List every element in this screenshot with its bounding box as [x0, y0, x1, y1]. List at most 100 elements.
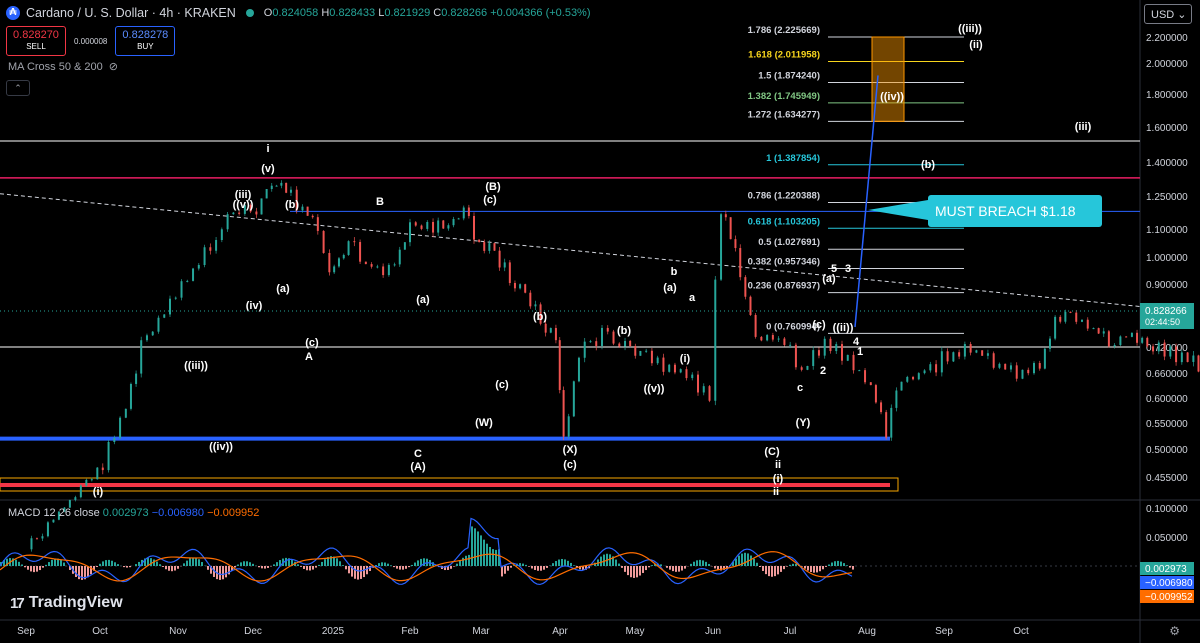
macd-hist-bar [408, 566, 410, 568]
candle-body [255, 211, 258, 215]
candle-body [724, 214, 727, 218]
gear-icon[interactable]: ⚙ [1169, 624, 1180, 638]
macd-hist-bar [684, 566, 686, 569]
candle-body [1163, 342, 1166, 357]
macd-hist-bar [552, 563, 554, 566]
macd-hist-bar [765, 566, 767, 575]
macd-hist-bar [561, 558, 563, 566]
candle-body [739, 248, 742, 278]
candle-body [398, 249, 401, 265]
tradingview-logo-icon: 17 [10, 594, 25, 612]
macd-hist-bar [504, 566, 506, 574]
candle-body [483, 242, 486, 251]
macd-hist-bar [324, 559, 326, 566]
macd-tick-label: 0.050000 [1146, 533, 1188, 544]
macd-hist-bar [51, 559, 53, 566]
candle-body [270, 185, 273, 190]
candle-body [946, 351, 949, 362]
macd-hist-bar [258, 566, 260, 568]
ma-indicator[interactable]: MA Cross 50 & 200 ⊘ [8, 60, 118, 74]
candle-body [493, 243, 496, 251]
macd-hist-bar [21, 564, 23, 566]
macd-hist-bar [309, 566, 311, 571]
macd-hist-bar [690, 563, 692, 566]
candle-body [498, 250, 501, 268]
candle-body [328, 252, 331, 273]
wave-label: (iv) [246, 300, 263, 312]
macd-hist-bar [696, 560, 698, 566]
candle-body [129, 383, 132, 409]
wave-label: b [671, 266, 678, 278]
macd-hist-bar [138, 561, 140, 566]
macd-line [0, 517, 853, 586]
macd-hist-bar [48, 562, 50, 566]
y-tick-label: 0.500000 [1146, 445, 1188, 456]
x-tick-label: Jun [705, 626, 721, 637]
candle-body [90, 479, 93, 481]
buy-button[interactable]: 0.828278 BUY [115, 26, 176, 56]
candle-body [900, 381, 903, 391]
tradingview-logo[interactable]: 17 TradingView [10, 594, 123, 612]
candle-body [1097, 328, 1100, 334]
candle-body [702, 386, 705, 393]
symbol-title[interactable]: Cardano / U. S. Dollar · 4h · KRAKEN [26, 6, 236, 20]
macd-hist-bar [306, 566, 308, 571]
ma-indicator-label: MA Cross 50 & 200 [8, 60, 103, 73]
macd-hist-bar [528, 566, 530, 567]
callout-text: MUST BREACH $1.18 [935, 203, 1076, 219]
candle-body [601, 327, 603, 347]
macd-hist-bar [702, 560, 704, 566]
candle-body [794, 344, 797, 368]
macd-hist-bar [681, 566, 683, 571]
x-tick-label: Oct [92, 626, 108, 637]
macd-hist-bar [777, 566, 779, 575]
candle-body [729, 217, 732, 240]
macd-hist-bar [834, 561, 836, 566]
candle-body [1092, 328, 1095, 330]
x-tick-label: Mar [472, 626, 490, 637]
wave-label: c [797, 382, 803, 394]
y-tick-label: 1.250000 [1146, 192, 1188, 203]
macd-hist-bar [33, 566, 35, 573]
candle-body [1064, 311, 1067, 322]
macd-hist-bar [261, 566, 263, 569]
candle-body [549, 328, 552, 333]
candle-body [852, 354, 855, 371]
wave-label: (c) [563, 459, 577, 471]
candle-body [1069, 311, 1072, 313]
candle-body [107, 442, 110, 471]
candle-body [534, 304, 537, 307]
macd-hist-bar [477, 531, 479, 566]
eye-off-icon[interactable]: ⊘ [109, 60, 118, 73]
candle-body [306, 206, 309, 216]
candle-body [662, 357, 665, 372]
sell-button[interactable]: 0.828270 SELL [6, 26, 66, 56]
y-tick-label: 0.900000 [1146, 280, 1188, 291]
macd-hist-bar [384, 562, 386, 566]
macd-hist-bar [459, 560, 461, 566]
candle-body [403, 242, 406, 250]
collapse-legend-button[interactable]: ⌃ [6, 80, 30, 96]
candle-body [817, 350, 820, 356]
macd-hist-bar [378, 563, 380, 566]
macd-hist-bar [336, 558, 338, 566]
macd-hist-bar [678, 566, 680, 572]
currency-select[interactable]: USD ⌄ [1144, 4, 1192, 24]
candle-body [353, 241, 356, 243]
candle-body [577, 357, 580, 382]
macd-hist-bar [534, 566, 536, 570]
macd-hist-bar [411, 564, 413, 566]
candle-body [1038, 363, 1041, 369]
macd-hist-bar [492, 549, 494, 566]
candle-body [1146, 337, 1149, 347]
chart-canvas[interactable]: 2.200000 2.000000 1.800000 1.600000 1.400000… [0, 0, 1200, 643]
candle-body [119, 417, 122, 438]
macd-hist-bar [714, 566, 716, 569]
wave-label: ((iii)) [958, 23, 982, 35]
macd-hist-bar [636, 566, 638, 578]
candle-body [393, 264, 396, 266]
macd-hist-bar [111, 560, 113, 566]
candle-body [846, 354, 849, 361]
macd-hist-bar [771, 566, 773, 577]
candle-body [874, 385, 877, 403]
